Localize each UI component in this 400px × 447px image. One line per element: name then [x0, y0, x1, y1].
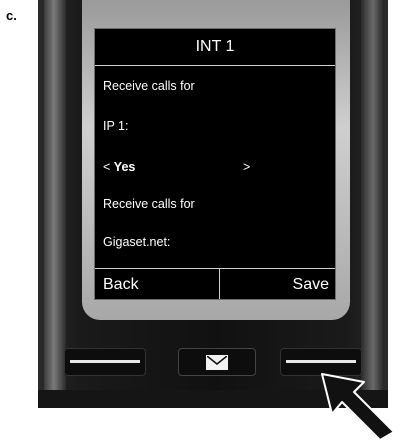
screen-title: INT 1: [95, 29, 335, 66]
selector-left-arrow[interactable]: <: [103, 160, 110, 174]
setting-label-gigaset: Receive calls for: [103, 197, 195, 211]
selector-right-arrow[interactable]: >: [243, 160, 250, 174]
setting-label-gigaset-line2: Gigaset.net:: [103, 235, 171, 249]
selector-value: Yes: [113, 160, 136, 174]
figure-label: c.: [6, 8, 17, 23]
softkey-bar: Back Save: [95, 268, 335, 299]
arrow-pointer-icon: [318, 372, 398, 447]
setting-label-ip: Receive calls for: [103, 79, 195, 93]
softkey-divider: [219, 269, 220, 299]
envelope-icon: [206, 355, 228, 370]
ip-receive-selector[interactable]: < Yes >: [103, 160, 323, 174]
setting-label-ip-line2: IP 1:: [103, 119, 129, 133]
back-softkey[interactable]: Back: [103, 269, 139, 299]
left-display-key[interactable]: [64, 348, 146, 376]
save-softkey[interactable]: Save: [293, 269, 329, 299]
handset-display: INT 1 Receive calls for IP 1: < Yes > Re…: [94, 28, 336, 300]
message-key[interactable]: [178, 348, 256, 376]
